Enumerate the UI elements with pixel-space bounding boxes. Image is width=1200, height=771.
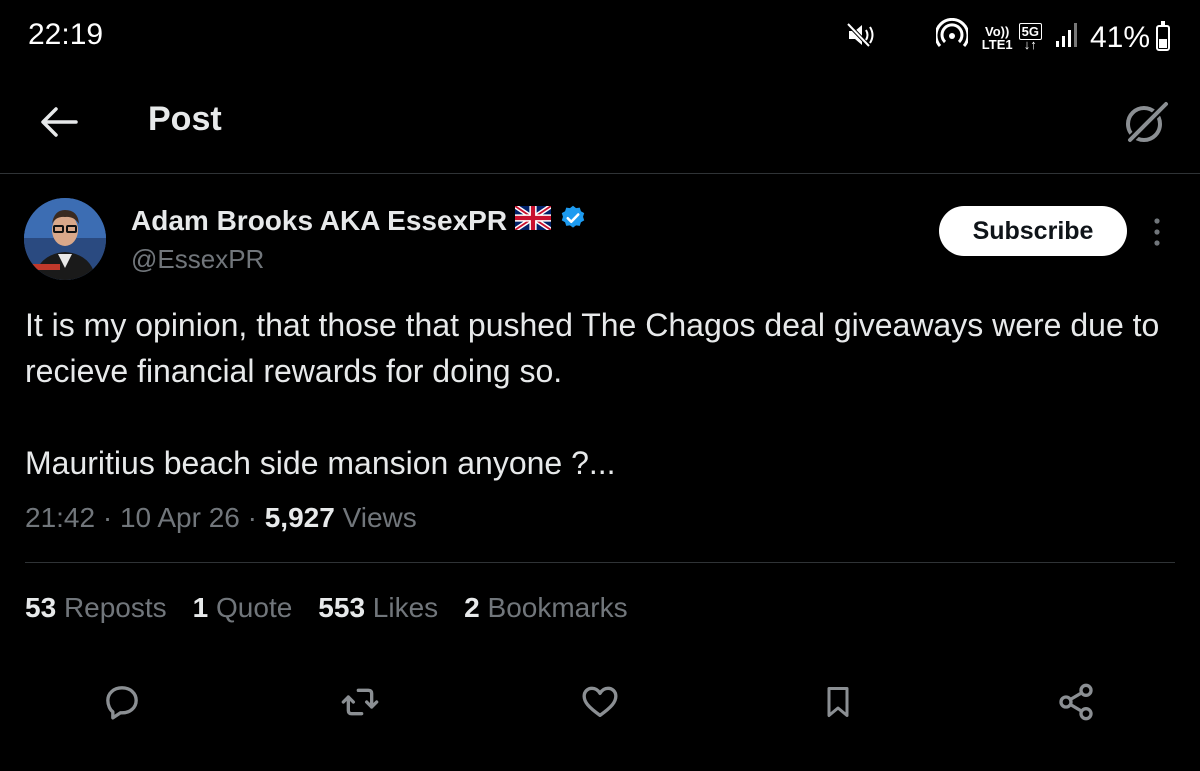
bookmarks-count: 2 [464, 592, 480, 623]
header: Post [0, 72, 1200, 174]
likes-stat[interactable]: 553 Likes [318, 592, 438, 624]
verified-badge-icon [559, 204, 587, 237]
arrow-left-icon [41, 107, 78, 137]
page-title: Post [148, 100, 222, 138]
battery-icon [1156, 21, 1170, 51]
post-author: Adam Brooks AKA EssexPR @EssexPR Subscri… [24, 196, 1176, 286]
reply-button[interactable] [100, 680, 144, 724]
back-button[interactable] [34, 98, 82, 146]
share-icon [1059, 683, 1093, 721]
repost-icon [341, 688, 379, 716]
reposts-label: Reposts [63, 592, 167, 623]
subscribe-button[interactable]: Subscribe [939, 206, 1127, 256]
lte-label: LTE1 [981, 37, 1013, 52]
bookmarks-label: Bookmarks [487, 592, 628, 623]
author-handle[interactable]: @EssexPR [131, 244, 264, 275]
post-text: It is my opinion, that those that pushed… [25, 302, 1175, 486]
post-time[interactable]: 21:42 [25, 502, 95, 533]
data-arrows-icon: ↓↑ [1023, 37, 1037, 52]
quotes-stat[interactable]: 1 Quote [193, 592, 293, 624]
status-bar: 22:19 Vo)) LTE1 5G ↓↑ 41% [0, 0, 1200, 72]
views-label: Views [342, 502, 417, 533]
reposts-stat[interactable]: 53 Reposts [25, 592, 167, 624]
repost-button[interactable] [338, 680, 382, 724]
bookmarks-stat[interactable]: 2 Bookmarks [464, 592, 627, 624]
post-paragraph: It is my opinion, that those that pushed… [25, 307, 1160, 389]
uk-flag-icon [513, 204, 553, 235]
signal-icon [1055, 21, 1080, 55]
divider [25, 562, 1175, 563]
author-name[interactable]: Adam Brooks AKA EssexPR [131, 205, 507, 237]
like-button[interactable] [578, 680, 622, 724]
reply-icon [106, 686, 138, 720]
grok-icon [1126, 101, 1169, 143]
status-time: 22:19 [28, 18, 104, 51]
post-stats: 53 Reposts 1 Quote 553 Likes 2 Bookmarks [25, 592, 628, 624]
post-meta: 21:42 · 10 Apr 26 · 5,927 Views [25, 502, 417, 533]
likes-count: 553 [318, 592, 366, 623]
post-date[interactable]: 10 Apr 26 [120, 502, 240, 533]
share-button[interactable] [1054, 680, 1098, 724]
hotspot-icon [934, 17, 970, 58]
post-paragraph: Mauritius beach side mansion anyone ?... [25, 445, 616, 481]
likes-label: Likes [372, 592, 439, 623]
bookmark-icon [827, 687, 849, 717]
status-icons: Vo)) LTE1 5G ↓↑ 41% [934, 17, 1170, 58]
avatar[interactable] [24, 198, 106, 280]
network-indicator: Vo)) LTE1 5G ↓↑ [981, 23, 1042, 52]
quotes-count: 1 [192, 592, 209, 623]
more-vertical-icon [1154, 218, 1160, 246]
reposts-count: 53 [25, 592, 57, 623]
mute-icon [845, 20, 875, 55]
more-options-button[interactable] [1146, 216, 1168, 248]
grok-button[interactable] [1120, 96, 1172, 148]
bookmark-button[interactable] [816, 680, 860, 724]
action-bar [0, 680, 1200, 730]
quotes-label: Quote [216, 592, 293, 623]
views-count[interactable]: 5,927 [265, 502, 335, 533]
battery-percent: 41% [1089, 21, 1150, 54]
like-icon [582, 686, 618, 717]
